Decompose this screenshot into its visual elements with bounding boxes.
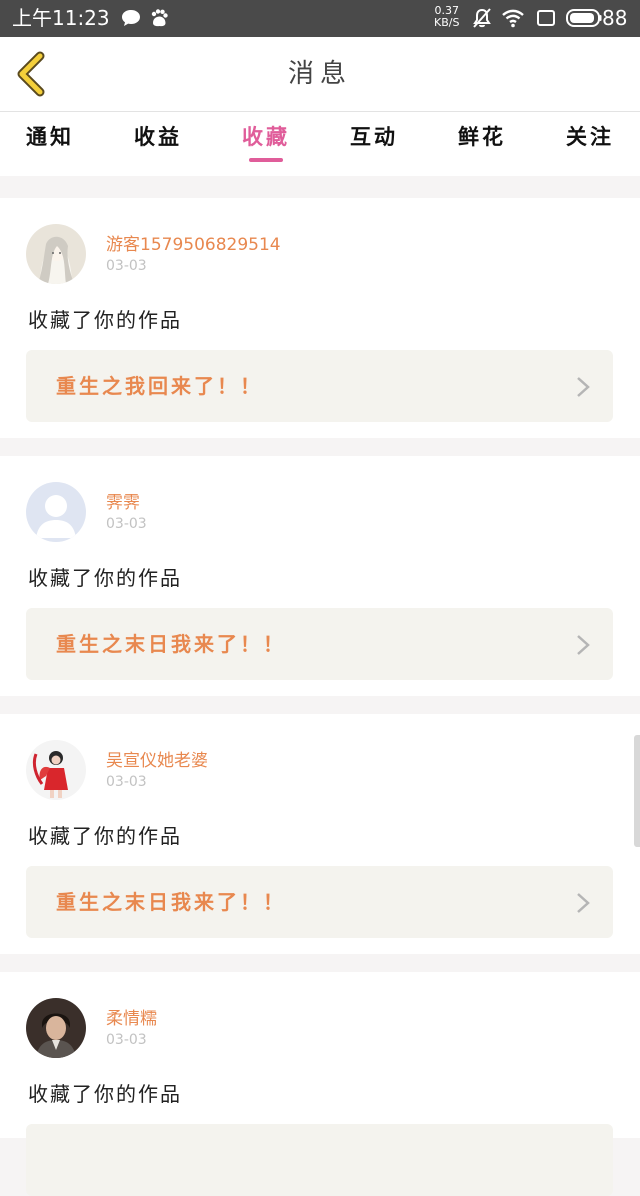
tab-follow[interactable]: 关注 [540,112,640,176]
work-link[interactable]: 重生之我回来了！！ [26,350,613,422]
message-card: 吴宣仪她老婆 03-03 收藏了你的作品 重生之末日我来了！！ [0,714,640,954]
battery-icon [565,6,603,30]
message-card: 柔情糯 03-03 收藏了你的作品 [0,972,640,1196]
status-bar: 上午11:23 0.37 KB/S 88 [0,0,640,37]
active-tab-indicator [249,158,283,162]
tab-favorites[interactable]: 收藏 [216,112,316,176]
mute-icon [470,6,494,30]
message-card: 霁霁 03-03 收藏了你的作品 重生之末日我来了！！ [0,456,640,696]
chevron-left-icon [17,51,45,97]
baidu-paw-icon [148,6,170,30]
username[interactable]: 柔情糯 [106,1004,157,1029]
tab-flowers[interactable]: 鲜花 [432,112,532,176]
battery-level: 88 [602,6,628,30]
network-speed-unit: KB/S [434,16,460,29]
chevron-right-icon [577,377,590,397]
app-header: 消息 [0,37,640,112]
message-action-text: 收藏了你的作品 [28,566,182,590]
page-title: 消息 [287,59,352,89]
message-card: 游客1579506829514 03-03 收藏了你的作品 重生之我回来了！！ [0,198,640,438]
message-date: 03-03 [106,1032,147,1048]
chat-bubble-icon [120,6,142,30]
tab-favorites-label: 收藏 [242,125,290,149]
status-time: 上午11:23 [12,6,110,30]
avatar[interactable] [26,740,86,800]
scrollbar[interactable] [634,735,640,847]
chevron-right-icon [577,893,590,913]
work-title: 重生之我回来了！！ [56,374,263,398]
message-date: 03-03 [106,774,147,790]
tab-interaction[interactable]: 互动 [324,112,424,176]
message-date: 03-03 [106,516,147,532]
work-link[interactable]: 重生之末日我来了！！ [26,866,613,938]
work-link[interactable] [26,1124,613,1196]
tab-income[interactable]: 收益 [108,112,208,176]
message-date: 03-03 [106,258,147,274]
chevron-right-icon [577,635,590,655]
avatar[interactable] [26,482,86,542]
username[interactable]: 游客1579506829514 [106,230,281,255]
username[interactable]: 霁霁 [106,488,140,513]
network-speed: 0.37 KB/S [434,5,459,29]
work-title: 重生之末日我来了！！ [56,632,286,656]
wifi-icon [500,6,526,30]
message-action-text: 收藏了你的作品 [28,1082,182,1106]
work-link[interactable]: 重生之末日我来了！！ [26,608,613,680]
back-button[interactable] [12,51,58,97]
username[interactable]: 吴宣仪她老婆 [106,746,208,771]
avatar[interactable] [26,998,86,1058]
recent-apps-icon [535,6,557,30]
message-action-text: 收藏了你的作品 [28,308,182,332]
avatar[interactable] [26,224,86,284]
work-title: 重生之末日我来了！！ [56,890,286,914]
tab-bar: 通知 收益 收藏 互动 鲜花 关注 [0,112,640,176]
message-action-text: 收藏了你的作品 [28,824,182,848]
tab-notice[interactable]: 通知 [0,112,100,176]
